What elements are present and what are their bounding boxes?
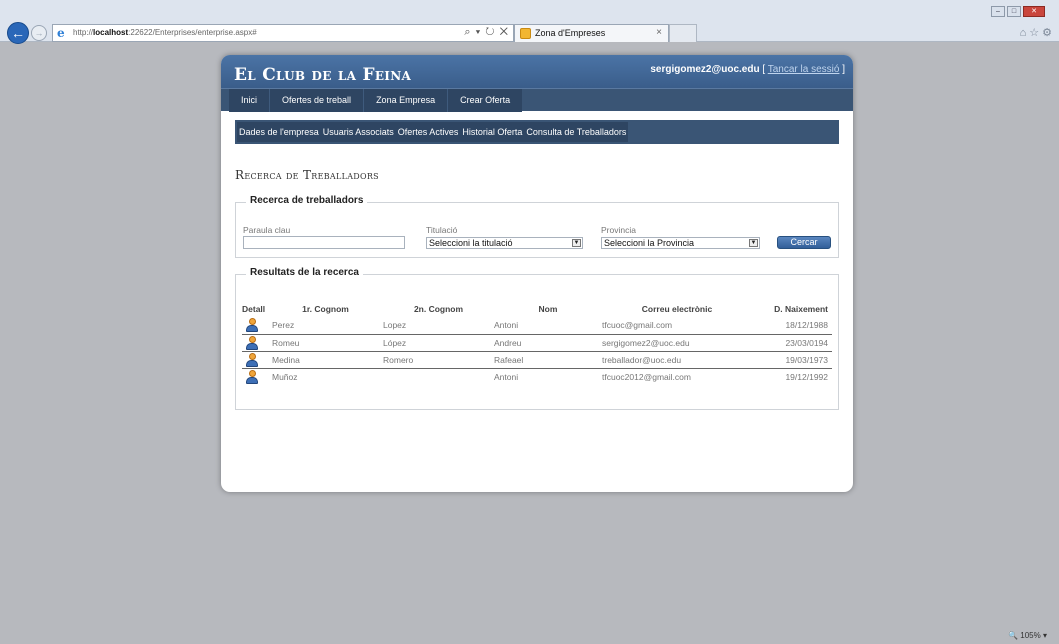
user-detail-icon[interactable] — [246, 335, 258, 350]
cell-name: Rafeael — [494, 351, 602, 369]
url-path: :22622/Enterprises/enterprise.aspx# — [128, 28, 257, 37]
zoom-level[interactable]: 🔍 105% ▾ — [1008, 631, 1047, 640]
cell-surname2 — [383, 368, 494, 385]
bracket-open: [ — [762, 64, 766, 75]
main-menu: Inici Ofertes de treball Zona Empresa Cr… — [221, 88, 853, 112]
cell-name: Antoni — [494, 371, 519, 382]
logout-link[interactable]: Tancar la sessió — [768, 64, 840, 75]
back-arrow-icon[interactable]: ← — [7, 22, 29, 44]
cell-surname2: Romero — [383, 351, 494, 369]
page-container: El Club de la Feina sergigomez2@uoc.edu … — [221, 55, 853, 492]
close-window-icon[interactable]: ✕ — [1023, 6, 1045, 17]
user-detail-icon[interactable] — [246, 318, 258, 333]
submenu-item-dades[interactable]: Dades de l'empresa — [237, 122, 321, 142]
table-row: Muñoz Antoni tfcuoc2012@gmail.com 19/12/… — [242, 368, 832, 385]
keyword-label: Paraula clau — [243, 225, 291, 235]
cell-birth: 18/12/1988 — [752, 317, 832, 335]
table-row: Perez Lopez Antoni tfcuoc@gmail.com 18/1… — [242, 317, 832, 335]
favorites-star-icon[interactable]: ☆ — [1029, 27, 1042, 39]
menu-item-ofertes[interactable]: Ofertes de treball — [269, 89, 363, 112]
cell-birth: 19/03/1973 — [752, 351, 832, 369]
cell-email: sergigomez2@uoc.edu — [602, 334, 752, 352]
search-button[interactable]: Cercar — [777, 236, 831, 249]
cell-surname1: Medina — [268, 351, 383, 369]
zoom-value: 105% — [1020, 631, 1041, 640]
sub-menu: Dades de l'empresa Usuaris Associats Ofe… — [235, 120, 839, 144]
home-icon[interactable]: ⌂ — [1020, 27, 1030, 39]
toolbar-icons: ⌂☆⚙ — [1020, 26, 1055, 39]
user-detail-icon[interactable] — [246, 352, 258, 367]
col-header-surname2: 2n. Cognom — [413, 303, 464, 314]
forward-arrow-icon[interactable]: → — [31, 25, 47, 41]
results-fieldset: Resultats de la recerca Detall 1r. Cogno… — [235, 267, 839, 410]
site-header: El Club de la Feina sergigomez2@uoc.edu … — [221, 55, 853, 88]
submenu-item-ofertes-actives[interactable]: Ofertes Actives — [396, 122, 461, 142]
user-email: sergigomez2@uoc.edu — [650, 64, 760, 75]
ie-page-icon: e — [57, 26, 65, 40]
user-box: sergigomez2@uoc.edu [ Tancar la sessió ] — [650, 64, 845, 75]
address-tools-icon[interactable]: ⌕ ▾ ↻ ✕ — [464, 26, 509, 39]
col-header-email: Correu electrònic — [641, 303, 713, 314]
tab-favicon-icon — [520, 28, 531, 39]
menu-item-inici[interactable]: Inici — [229, 89, 269, 112]
site-logo[interactable]: El Club de la Feina — [234, 65, 411, 85]
cell-name: Andreu — [494, 334, 602, 352]
results-table: Detall 1r. Cognom 2n. Cognom Nom Correu … — [242, 300, 832, 385]
cell-birth: 19/12/1992 — [785, 371, 828, 382]
cell-email: tfcuoc@gmail.com — [602, 317, 752, 335]
cell-surname2: López — [383, 334, 494, 352]
dropdown-arrow-icon[interactable]: ▼ — [572, 239, 581, 247]
col-header-name: Nom — [538, 303, 558, 314]
zoom-icon: 🔍 — [1008, 631, 1019, 640]
page-title: Recerca de Treballadors — [235, 168, 379, 182]
submenu-item-usuaris[interactable]: Usuaris Associats — [321, 122, 396, 142]
cell-birth: 23/03/0194 — [752, 334, 832, 352]
degree-selected: Seleccioni la titulació — [429, 238, 513, 248]
window-controls: – □ ✕ — [991, 6, 1045, 18]
submenu-item-historial[interactable]: Historial Oferta — [460, 122, 524, 142]
table-row: Medina Romero Rafeael treballador@uoc.ed… — [242, 351, 832, 369]
user-detail-icon[interactable] — [246, 369, 258, 384]
tab-title: Zona d'Empreses — [535, 28, 606, 38]
bracket-close: ] — [842, 64, 845, 75]
minimize-icon[interactable]: – — [991, 6, 1005, 17]
province-label: Provincia — [601, 225, 636, 235]
menu-item-zona-empresa[interactable]: Zona Empresa — [363, 89, 447, 112]
search-legend: Recerca de treballadors — [246, 195, 368, 206]
maximize-icon[interactable]: □ — [1007, 6, 1021, 17]
cell-email: tfcuoc2012@gmail.com — [602, 371, 691, 382]
tab-close-icon[interactable]: × — [656, 27, 662, 38]
url-prefix: http:// — [73, 28, 94, 37]
browser-chrome: ← → e http://localhost:22622/Enterprises… — [0, 0, 1059, 44]
address-bar[interactable]: e http://localhost:22622/Enterprises/ent… — [52, 24, 514, 42]
url-host: localhost — [93, 28, 129, 37]
cell-email: treballador@uoc.edu — [602, 351, 752, 369]
browser-tab[interactable]: Zona d'Empreses × — [514, 24, 669, 42]
cell-surname2: Lopez — [383, 317, 494, 335]
province-select[interactable]: Seleccioni la Provincia ▼ — [601, 237, 760, 249]
dropdown-arrow-icon[interactable]: ▼ — [749, 239, 758, 247]
table-header-row: Detall 1r. Cognom 2n. Cognom Nom Correu … — [242, 300, 832, 317]
col-header-surname1: 1r. Cognom — [302, 303, 349, 314]
cell-name: Antoni — [494, 317, 602, 335]
degree-select[interactable]: Seleccioni la titulació ▼ — [426, 237, 583, 249]
cell-surname1: Romeu — [268, 334, 383, 352]
col-header-birth: D. Naixement — [774, 303, 828, 314]
col-header-detail: Detall — [242, 303, 266, 314]
submenu-item-consulta[interactable]: Consulta de Treballadors — [524, 122, 628, 142]
results-legend: Resultats de la recerca — [246, 267, 363, 278]
new-tab-button[interactable] — [669, 24, 697, 42]
province-selected: Seleccioni la Provincia — [604, 238, 695, 248]
cell-surname1: Perez — [268, 317, 383, 335]
degree-label: Titulació — [426, 225, 458, 235]
table-row: Romeu López Andreu sergigomez2@uoc.edu 2… — [242, 334, 832, 352]
menu-item-crear-oferta[interactable]: Crear Oferta — [447, 89, 522, 112]
keyword-input[interactable] — [243, 236, 405, 249]
search-fieldset: Recerca de treballadors Paraula clau Tit… — [235, 195, 839, 258]
url-text: http://localhost:22622/Enterprises/enter… — [73, 28, 257, 37]
gear-icon[interactable]: ⚙ — [1042, 27, 1055, 39]
cell-surname1: Muñoz — [272, 371, 298, 382]
